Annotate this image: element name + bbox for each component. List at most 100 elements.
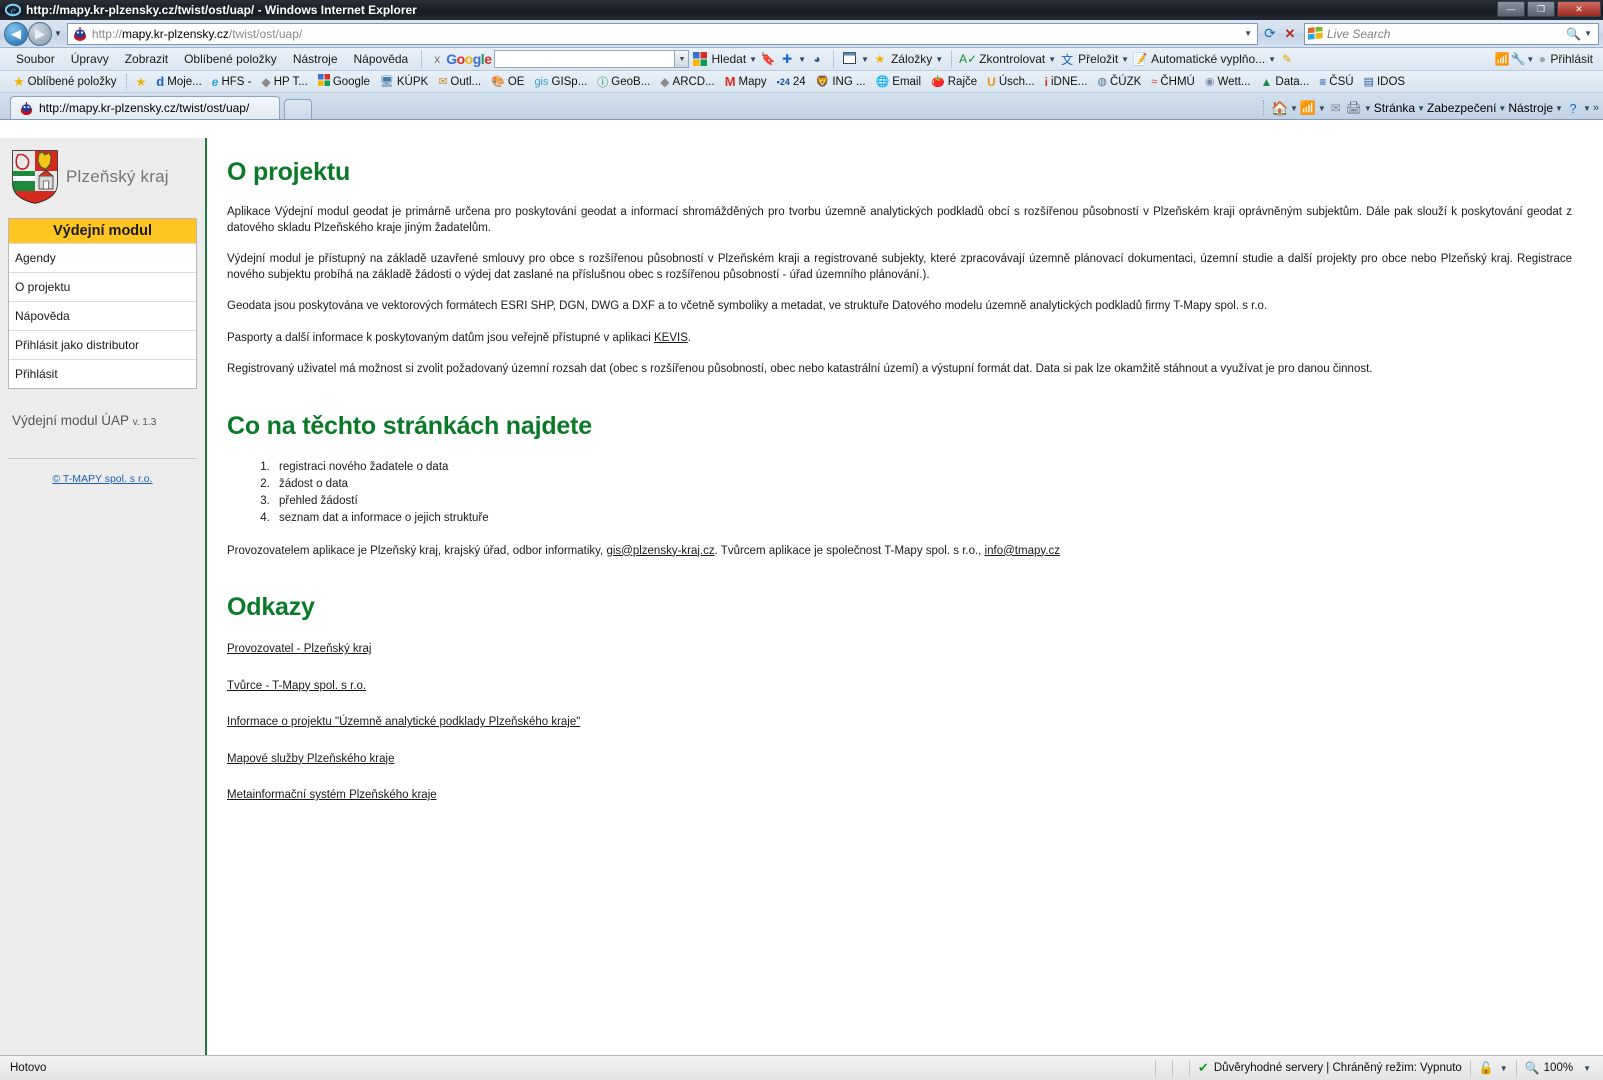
forward-arrow-icon[interactable]: ▶ [28,21,52,46]
menu-item-napoveda[interactable]: Nápověda [346,50,417,68]
favorite-item-uschovna[interactable]: U Úsch... [982,75,1039,89]
chevron-down-icon[interactable]: ▼ [1121,55,1129,64]
command-nastroje-button[interactable]: Nástroje [1508,101,1553,115]
sidebar-item-agendy[interactable]: Agendy [9,243,196,272]
favorite-item-moje[interactable]: d Moje... [151,74,206,89]
favorite-item-email[interactable]: 🌐 Email [871,75,926,89]
favorite-item-ing[interactable]: 🦁 ING ... [811,75,871,89]
chevron-down-icon[interactable]: ▼ [935,55,943,64]
menu-item-oblibene-polozky[interactable]: Oblíbené položky [176,50,285,68]
chevron-down-icon[interactable]: ▼ [1500,1064,1508,1073]
translate-icon[interactable]: 文 [1059,51,1075,67]
favorite-item-24[interactable]: •24 24 [772,76,811,88]
printer-icon[interactable]: 🖨 [1346,100,1363,116]
chevron-down-icon[interactable]: ▼ [1417,104,1425,113]
google-zalozky-button[interactable]: Záložky [891,52,932,66]
google-hledat-button[interactable]: Hledat [711,52,746,66]
favorite-item-idnes[interactable]: i iDNE... [1040,75,1093,89]
command-zabezpeceni-button[interactable]: Zabezpečení [1427,101,1496,115]
chevron-down-icon[interactable]: ▼ [1498,104,1506,113]
star-icon[interactable]: ★ [872,51,888,67]
zone-lock-button[interactable]: 🔓 ▼ [1469,1059,1516,1077]
google-automaticke-vyplnovani-button[interactable]: Automatické vyplňo... [1151,52,1265,66]
bookmarks-star-icon[interactable]: 🔖 [760,51,776,67]
chevron-down-icon[interactable]: ▼ [1268,55,1276,64]
link-informace-o-projektu[interactable]: Informace o projektu "Územně analytické … [227,717,580,729]
gis-email-link[interactable]: gis@plzensky-kraj.cz [606,545,714,557]
favorite-item-hp-t[interactable]: ◆ HP T... [256,75,312,89]
search-dropdown-icon[interactable]: ▼ [1581,29,1595,38]
favorite-item-google[interactable]: Google [313,74,375,89]
globe-icon[interactable]: ◕ [809,51,825,67]
favorite-item-wetter[interactable]: ◉ Wett... [1200,75,1256,89]
chevron-down-icon[interactable]: ▼ [749,55,757,64]
chevron-down-icon[interactable]: ▼ [1526,55,1534,64]
favorite-item-oe[interactable]: 🎨 OE [486,75,529,89]
link-metainformacni-system[interactable]: Metainformační systém Plzeňského kraje [227,790,437,802]
link-provozovatel[interactable]: Provozovatel - Plzeňský kraj [227,644,371,656]
browser-tab[interactable]: http://mapy.kr-plzensky.cz/twist/ost/uap… [10,96,280,119]
google-toolbar-close-button[interactable]: x [431,52,443,66]
chevron-down-icon[interactable]: ▼ [1583,104,1591,113]
rss-feed-icon[interactable]: 📶 [1300,100,1316,116]
favorite-item-mapy[interactable]: M Mapy [720,74,772,89]
tmapy-email-link[interactable]: info@tmapy.cz [985,545,1060,557]
google-zkontrolovat-button[interactable]: Zkontrolovat [979,52,1045,66]
google-prihlasit-button[interactable]: Přihlásit [1550,52,1603,66]
favorites-button[interactable]: ★ Oblíbené položky [8,74,122,90]
chevron-down-icon[interactable]: ▼ [1318,104,1326,113]
wrench-icon[interactable]: 🔧 [1510,51,1526,67]
address-bar-input[interactable]: http://mapy.kr-plzensky.cz/twist/ost/uap… [66,22,1258,45]
add-favorite-icon[interactable]: ★ [131,75,152,89]
search-input[interactable]: Live Search [1327,27,1566,41]
favorite-item-idos[interactable]: ▤ IDOS [1359,75,1411,89]
sidebar-item-o-projektu[interactable]: O projektu [9,272,196,301]
blue-plus-icon[interactable]: ✚ [779,51,795,67]
favorite-item-chmu[interactable]: ≈ ČHMÚ [1146,76,1200,88]
mail-icon[interactable]: ✉ [1328,100,1344,116]
chevron-down-icon[interactable]: ▼ [1048,55,1056,64]
copyright-link[interactable]: © T-MAPY spol. s r.o. [52,473,152,485]
favorite-item-rajce[interactable]: 🍅 Rajče [926,75,982,89]
refresh-icon[interactable]: ⟳ [1260,24,1280,44]
sidebar-item-prihlasit-jako-distributor[interactable]: Přihlásit jako distributor [9,330,196,359]
favorite-item-kupk[interactable]: 🖥 KÚPK [375,75,433,89]
chevron-down-icon[interactable]: ▼ [1364,104,1372,113]
chevron-down-icon[interactable]: ▼ [1583,1064,1591,1073]
google-search-input[interactable]: ▼ [494,50,690,68]
menu-item-soubor[interactable]: Soubor [8,50,63,68]
favorite-item-geob[interactable]: ⓘ GeoB... [592,74,655,90]
spellcheck-icon[interactable]: A✓ [959,51,977,67]
home-icon[interactable]: 🏠 [1271,100,1288,116]
google-search-icon[interactable] [692,51,708,67]
pencil-icon[interactable]: ✎ [1279,51,1295,67]
live-search-box[interactable]: Live Search 🔍 ▼ [1304,22,1599,45]
link-mapove-sluzby[interactable]: Mapové služby Plzeňského kraje [227,753,394,766]
sidebar-item-napoveda[interactable]: Nápověda [9,301,196,330]
command-stranka-button[interactable]: Stránka [1374,101,1415,115]
back-arrow-icon[interactable]: ◀ [4,21,28,46]
favorite-item-cuzk[interactable]: ◍ ČÚZK [1092,75,1146,89]
stop-icon[interactable]: ✕ [1280,24,1300,44]
google-prelozit-button[interactable]: Přeložit [1078,52,1118,66]
favorite-item-arcd[interactable]: ◆ ARCD... [655,75,719,89]
zoom-control[interactable]: 🔍 100% ▼ [1515,1059,1599,1077]
favorite-item-csu[interactable]: ≡ ČSÚ [1314,75,1358,89]
menu-item-nastroje[interactable]: Nástroje [285,50,346,68]
wifi-icon[interactable]: 📶 [1494,51,1510,67]
sidebar-item-prihlasit[interactable]: Přihlásit [9,359,196,388]
chevron-down-icon[interactable]: ▼ [1290,104,1298,113]
chevron-down-icon[interactable]: ▼ [861,55,869,64]
favorite-item-outlook[interactable]: ✉ Outl... [433,75,486,89]
maximize-button[interactable]: ❐ [1527,1,1555,17]
command-overflow-button[interactable]: » [1593,102,1599,114]
security-zone-indicator[interactable]: ✔ Důvěryhodné servery | Chráněný režim: … [1188,1059,1470,1077]
menu-item-upravy[interactable]: Úpravy [63,50,117,68]
minimize-button[interactable]: — [1497,1,1525,17]
link-tvurce[interactable]: Tvůrce - T-Mapy spol. s r.o. [227,680,366,693]
popup-blocker-icon[interactable] [842,51,858,67]
account-icon[interactable]: ● [1534,51,1550,67]
favorite-item-gisp[interactable]: gis GISp... [529,76,592,88]
autofill-icon[interactable]: 📝 [1132,51,1148,67]
help-icon[interactable]: ? [1565,100,1581,116]
